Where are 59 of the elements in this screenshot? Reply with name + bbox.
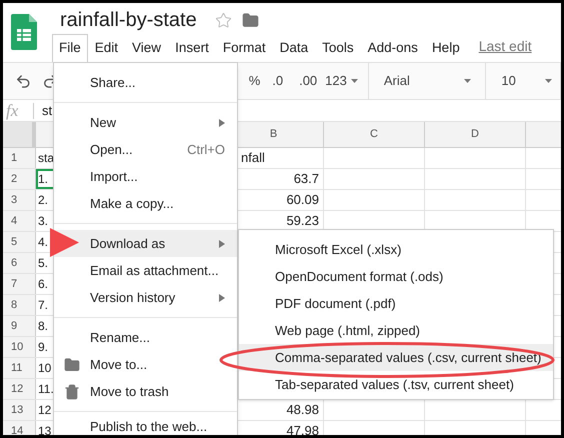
row-header[interactable]: 2: [3, 169, 36, 189]
menu-bar-item[interactable]: Tools: [315, 35, 361, 62]
corner-cell[interactable]: [3, 122, 36, 147]
row-header[interactable]: 9: [3, 316, 36, 336]
submenu-item[interactable]: Tab-separated values (.tsv, current sheet): [239, 371, 553, 398]
menu-bar-item[interactable]: Insert: [168, 35, 216, 62]
row-header[interactable]: 13: [3, 400, 36, 420]
menu-item[interactable]: Version history: [54, 284, 237, 311]
menu-item[interactable]: Publish to the web...: [54, 418, 237, 435]
font-dropdown[interactable]: Arial: [384, 71, 472, 91]
trash-icon: [64, 384, 80, 400]
pointer-arrow-icon: [50, 228, 79, 257]
row-header[interactable]: 6: [3, 253, 36, 273]
menu-bar-item[interactable]: Data: [272, 35, 316, 62]
menu-item[interactable]: Download as: [54, 230, 237, 257]
menu-bar-item[interactable]: Add-ons: [360, 35, 425, 62]
submenu-item[interactable]: OpenDocument format (.ods): [239, 263, 553, 290]
row-header[interactable]: 7: [3, 274, 36, 294]
submenu-item[interactable]: Microsoft Excel (.xlsx): [239, 236, 553, 263]
row-header[interactable]: 5: [3, 232, 36, 252]
submenu-item[interactable]: PDF document (.pdf): [239, 290, 553, 317]
menu-item[interactable]: Move to...: [54, 351, 237, 378]
number-format-dropdown[interactable]: 123: [325, 71, 358, 91]
menu-bar-item[interactable]: Help: [424, 35, 467, 62]
row-header[interactable]: 8: [3, 295, 36, 315]
last-edit-link[interactable]: Last edit: [478, 36, 532, 57]
dropdown-caret-icon: [464, 79, 472, 83]
star-icon[interactable]: [214, 12, 232, 28]
document-title[interactable]: rainfall-by-state: [60, 10, 197, 30]
fx-label: fx: [5, 100, 20, 122]
row-header[interactable]: 10: [3, 337, 36, 357]
percent-format-button[interactable]: %: [248, 71, 260, 91]
menu-item[interactable]: Share...: [54, 69, 237, 96]
menu-bar-item[interactable]: File: [52, 34, 88, 62]
formula-value[interactable]: st: [42, 100, 52, 120]
submenu-item[interactable]: Web page (.html, zipped): [239, 317, 553, 344]
dropdown-caret-icon: [350, 79, 358, 83]
shortcut-label: Ctrl+O: [187, 140, 225, 159]
menu-bar-item[interactable]: Edit: [88, 35, 126, 62]
undo-icon[interactable]: [15, 72, 32, 90]
folder-icon: [64, 356, 80, 372]
dropdown-caret-icon: [544, 79, 552, 83]
menu-item[interactable]: Rename...: [54, 324, 237, 351]
row-header[interactable]: 12: [3, 379, 36, 399]
folder-icon[interactable]: [242, 12, 259, 28]
menu-bar-item[interactable]: View: [125, 35, 168, 62]
row-header[interactable]: 3: [3, 190, 36, 210]
column-header[interactable]: D: [425, 122, 526, 147]
row-header[interactable]: 4: [3, 211, 36, 231]
column-header[interactable]: C: [324, 122, 425, 147]
menu-bar-item[interactable]: Format: [216, 35, 273, 62]
row-header[interactable]: 11: [3, 358, 36, 378]
spreadsheet-logo-icon: [11, 14, 37, 50]
font-size-dropdown[interactable]: 10: [501, 71, 552, 91]
row-header[interactable]: 1: [3, 148, 36, 168]
decrease-decimals-button[interactable]: .0: [272, 71, 284, 91]
row-header[interactable]: 14: [3, 421, 36, 435]
menu-item[interactable]: Email as attachment...: [54, 257, 237, 284]
increase-decimals-button[interactable]: .00: [299, 71, 318, 91]
